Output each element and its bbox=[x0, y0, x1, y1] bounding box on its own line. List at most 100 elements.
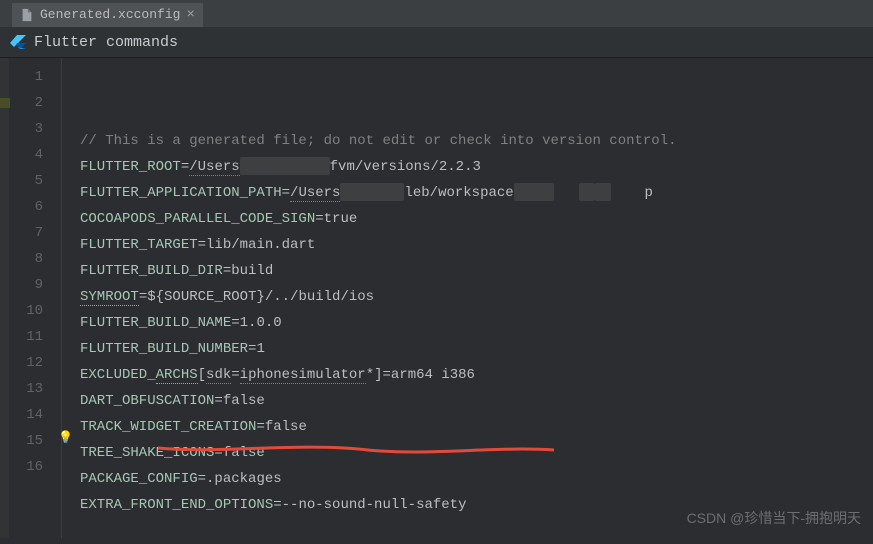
redacted-block bbox=[340, 183, 404, 201]
code-token: false bbox=[223, 393, 265, 409]
code-token: 1.0.0 bbox=[240, 315, 282, 331]
code-token bbox=[554, 185, 579, 201]
redacted-block bbox=[240, 157, 330, 175]
line-number: 13 bbox=[10, 376, 61, 402]
code-token: false bbox=[223, 445, 265, 461]
code-token: /Users bbox=[290, 185, 340, 202]
line-number: 2 bbox=[10, 90, 61, 116]
code-line[interactable]: FLUTTER_APPLICATION_PATH=/Users leb/works… bbox=[80, 180, 873, 206]
code-area[interactable]: 💡 // This is a generated file; do not ed… bbox=[62, 58, 873, 538]
code-token: FLUTTER_APPLICATION_PATH bbox=[80, 185, 282, 201]
code-token: = bbox=[273, 497, 281, 513]
code-token: = bbox=[223, 263, 231, 279]
tab-bar: Generated.xcconfig × bbox=[0, 0, 873, 28]
code-token: EXTRA_FRONT_END_OPTIONS bbox=[80, 497, 273, 513]
code-token: = bbox=[198, 237, 206, 253]
code-token: 1 bbox=[256, 341, 264, 357]
code-token: iphonesimulator bbox=[240, 367, 366, 384]
code-token: FLUTTER_ROOT bbox=[80, 159, 181, 175]
code-token: SYMROOT bbox=[80, 289, 139, 306]
lightbulb-icon[interactable]: 💡 bbox=[58, 430, 72, 444]
flutter-commands-banner[interactable]: Flutter commands bbox=[0, 28, 873, 58]
line-number-gutter: 12345678910111213141516 bbox=[10, 58, 62, 538]
code-token: false bbox=[265, 419, 307, 435]
line-number: 1 bbox=[10, 64, 61, 90]
redacted-block bbox=[514, 183, 554, 201]
code-token: = bbox=[231, 367, 239, 383]
code-token: DART_OBFUSCATION bbox=[80, 393, 214, 409]
code-token: PACKAGE_CONFIG bbox=[80, 471, 198, 487]
code-token: = bbox=[214, 445, 222, 461]
redacted-block bbox=[595, 183, 611, 201]
line-number: 12 bbox=[10, 350, 61, 376]
line-number: 8 bbox=[10, 246, 61, 272]
code-token: lib/main.dart bbox=[206, 237, 315, 253]
code-token: FLUTTER_BUILD_NUMBER bbox=[80, 341, 248, 357]
file-icon bbox=[20, 8, 34, 22]
code-line[interactable]: TREE_SHAKE_ICONS=false bbox=[80, 440, 873, 466]
line-number: 15 bbox=[10, 428, 61, 454]
code-line[interactable]: FLUTTER_TARGET=lib/main.dart bbox=[80, 232, 873, 258]
code-token: = bbox=[198, 471, 206, 487]
code-token: ARCHS bbox=[156, 367, 198, 384]
line-number: 6 bbox=[10, 194, 61, 220]
code-token: /Users bbox=[189, 159, 239, 176]
code-line[interactable]: PACKAGE_CONFIG=.packages bbox=[80, 466, 873, 492]
code-token: TRACK_WIDGET_CREATION bbox=[80, 419, 256, 435]
redacted-block bbox=[579, 183, 595, 201]
code-token: = bbox=[181, 159, 189, 175]
gutter-marker bbox=[0, 98, 10, 108]
code-token: = bbox=[315, 211, 323, 227]
code-line[interactable]: EXCLUDED_ARCHS[sdk=iphonesimulator*]=arm… bbox=[80, 362, 873, 388]
banner-label: Flutter commands bbox=[34, 34, 178, 51]
code-line[interactable]: FLUTTER_ROOT=/Users fvm/versions/2.2.3 bbox=[80, 154, 873, 180]
code-token: p bbox=[611, 185, 653, 201]
code-token: = bbox=[282, 185, 290, 201]
code-token: sdk bbox=[206, 367, 231, 384]
flutter-icon bbox=[10, 35, 26, 51]
line-number: 14 bbox=[10, 402, 61, 428]
code-token: --no-sound-null-safety bbox=[282, 497, 467, 513]
file-tab-label: Generated.xcconfig bbox=[40, 7, 180, 22]
code-token: leb/workspace bbox=[404, 185, 513, 201]
code-token: .packages bbox=[206, 471, 282, 487]
code-line[interactable]: DART_OBFUSCATION=false bbox=[80, 388, 873, 414]
file-tab[interactable]: Generated.xcconfig × bbox=[12, 1, 203, 27]
code-token: true bbox=[324, 211, 358, 227]
code-token: FLUTTER_BUILD_NAME bbox=[80, 315, 231, 331]
code-line[interactable]: FLUTTER_BUILD_DIR=build bbox=[80, 258, 873, 284]
code-token: = bbox=[214, 393, 222, 409]
code-line[interactable]: // This is a generated file; do not edit… bbox=[80, 128, 873, 154]
line-number: 3 bbox=[10, 116, 61, 142]
code-token: = bbox=[256, 419, 264, 435]
code-token: build bbox=[231, 263, 273, 279]
watermark: CSDN @珍惜当下-拥抱明天 bbox=[687, 508, 861, 528]
code-line[interactable]: COCOAPODS_PARALLEL_CODE_SIGN=true bbox=[80, 206, 873, 232]
code-token: fvm/versions/2.2.3 bbox=[330, 159, 481, 175]
code-token: TREE_SHAKE_ICONS bbox=[80, 445, 214, 461]
code-line[interactable]: TRACK_WIDGET_CREATION=false bbox=[80, 414, 873, 440]
line-number: 7 bbox=[10, 220, 61, 246]
code-line[interactable]: FLUTTER_BUILD_NUMBER=1 bbox=[80, 336, 873, 362]
code-token: COCOAPODS_PARALLEL_CODE_SIGN bbox=[80, 211, 315, 227]
code-token: ${SOURCE_ROOT}/../build/ios bbox=[147, 289, 374, 305]
line-number: 9 bbox=[10, 272, 61, 298]
line-number: 4 bbox=[10, 142, 61, 168]
marker-strip bbox=[0, 58, 10, 538]
code-token: EXCLUDED_ bbox=[80, 367, 156, 383]
code-line[interactable]: SYMROOT=${SOURCE_ROOT}/../build/ios bbox=[80, 284, 873, 310]
line-number: 11 bbox=[10, 324, 61, 350]
code-token: // This is a generated file; do not edit… bbox=[80, 133, 677, 149]
code-token: FLUTTER_TARGET bbox=[80, 237, 198, 253]
line-number: 5 bbox=[10, 168, 61, 194]
code-token: = bbox=[231, 315, 239, 331]
code-token: *]=arm64 i386 bbox=[366, 367, 475, 383]
close-icon[interactable]: × bbox=[186, 7, 194, 23]
line-number: 10 bbox=[10, 298, 61, 324]
code-token: [ bbox=[198, 367, 206, 383]
editor-area: 12345678910111213141516 💡 // This is a g… bbox=[0, 58, 873, 538]
code-token: FLUTTER_BUILD_DIR bbox=[80, 263, 223, 279]
code-line[interactable]: FLUTTER_BUILD_NAME=1.0.0 bbox=[80, 310, 873, 336]
line-number: 16 bbox=[10, 454, 61, 480]
code-token: = bbox=[139, 289, 147, 305]
